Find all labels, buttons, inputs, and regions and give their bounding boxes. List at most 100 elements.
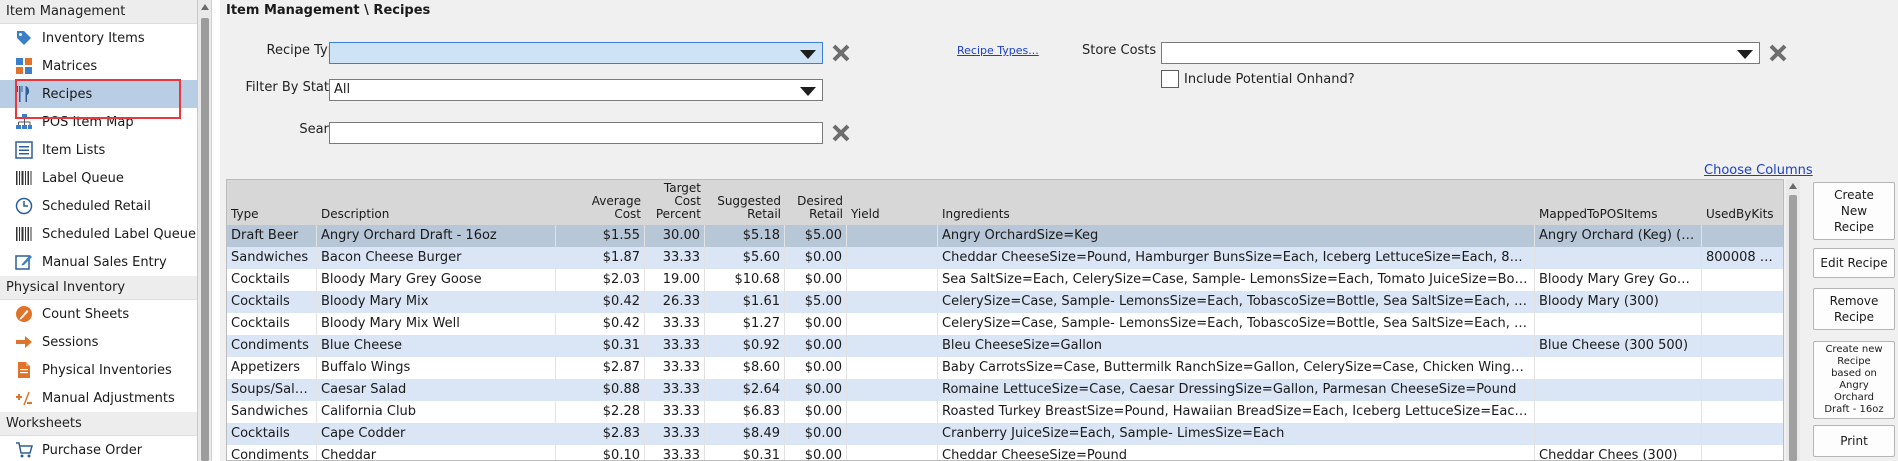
- column-header-description[interactable]: Description: [317, 180, 556, 225]
- scrollbar-thumb[interactable]: [1789, 195, 1797, 461]
- sidebar-item-manual-sales-entry[interactable]: Manual Sales Entry: [0, 248, 197, 276]
- sidebar-item-scheduled-retail[interactable]: Scheduled Retail: [0, 192, 197, 220]
- choose-columns-link[interactable]: Choose Columns: [1704, 163, 1813, 178]
- print-label: Print: [1840, 434, 1868, 448]
- cell-yield: [847, 269, 938, 291]
- cell-mapped: [1535, 379, 1702, 401]
- cell-type: Sandwiches: [227, 401, 317, 423]
- scroll-up-icon[interactable]: [201, 4, 209, 10]
- recipe-type-dropdown[interactable]: [329, 42, 823, 64]
- cell-type: Soups/Sala...: [227, 379, 317, 401]
- cell-kits: [1702, 445, 1783, 460]
- table-row[interactable]: Cocktails Bloody Mary Mix Well $0.42 33.33 $…: [227, 313, 1783, 335]
- column-header-used-by-kits[interactable]: UsedByKits: [1702, 180, 1783, 225]
- cell-kits: [1702, 225, 1783, 247]
- table-row[interactable]: Soups/Sala... Caesar Salad $0.88 33.33 $2.64…: [227, 379, 1783, 401]
- cell-description: Bacon Cheese Burger: [317, 247, 556, 269]
- sidebar-item-manual-adjustments[interactable]: Manual Adjustments: [0, 384, 197, 412]
- sidebar-item-recipes[interactable]: Recipes: [0, 80, 197, 108]
- edit-recipe-button[interactable]: Edit Recipe: [1813, 248, 1895, 278]
- cell-desired: $0.00: [785, 401, 847, 423]
- sidebar-item-pos-item-map[interactable]: POS Item Map: [0, 108, 197, 136]
- table-row[interactable]: Cocktails Cape Codder $2.83 33.33 $8.49 $0.00…: [227, 423, 1783, 445]
- create-new-recipe-button[interactable]: Create New Recipe: [1813, 182, 1895, 240]
- cell-avg-cost: $0.42: [556, 313, 645, 335]
- cell-kits: [1702, 291, 1783, 313]
- cell-desired: $0.00: [785, 423, 847, 445]
- main-content: Item Management \ Recipes Recipe Type Re…: [220, 0, 1898, 461]
- filter-status-dropdown[interactable]: All: [329, 79, 823, 101]
- store-costs-dropdown[interactable]: [1161, 42, 1760, 64]
- column-header-suggested-retail[interactable]: Suggested Retail: [705, 180, 785, 225]
- cell-yield: [847, 423, 938, 445]
- chevron-down-icon[interactable]: [800, 87, 816, 96]
- table-row[interactable]: Condiments Cheddar $0.10 33.33 $0.31 $0.00 Che…: [227, 445, 1783, 460]
- search-input[interactable]: [329, 122, 823, 144]
- sidebar-item-physical-inventories[interactable]: Physical Inventories: [0, 356, 197, 384]
- chevron-down-icon[interactable]: [800, 50, 816, 59]
- cell-desired: $5.00: [785, 225, 847, 247]
- cell-suggested: $8.60: [705, 357, 785, 379]
- cell-target-pct: 33.33: [645, 379, 705, 401]
- column-header-mapped-to-pos-items[interactable]: MappedToPOSItems: [1535, 180, 1702, 225]
- table-row[interactable]: Cocktails Bloody Mary Mix $0.42 26.33 $1.61 $…: [227, 291, 1783, 313]
- column-header-desired-retail[interactable]: Desired Retail: [785, 180, 847, 225]
- sidebar-item-purchase-order[interactable]: Purchase Order: [0, 436, 197, 461]
- cell-target-pct: 19.00: [645, 269, 705, 291]
- sidebar-item-label-queue[interactable]: Label Queue: [0, 164, 197, 192]
- recipes-grid: Type Description Average Cost Target Cos…: [226, 179, 1784, 461]
- cell-mapped: [1535, 313, 1702, 335]
- cart-icon: [14, 440, 34, 460]
- sidebar-item-inventory-items[interactable]: Inventory Items: [0, 24, 197, 52]
- section-header-physical-inventory: Physical Inventory: [0, 276, 197, 300]
- sidebar-item-item-lists[interactable]: Item Lists: [0, 136, 197, 164]
- cell-description: Cheddar: [317, 445, 556, 460]
- filter-status-value: All: [334, 82, 351, 97]
- sidebar-item-count-sheets[interactable]: Count Sheets: [0, 300, 197, 328]
- clear-store-costs-icon[interactable]: [1767, 42, 1789, 64]
- cell-avg-cost: $1.87: [556, 247, 645, 269]
- cell-type: Draft Beer: [227, 225, 317, 247]
- table-row[interactable]: Cocktails Bloody Mary Grey Goose $2.03 19.0…: [227, 269, 1783, 291]
- recipe-types-link[interactable]: Recipe Types...: [957, 44, 1039, 57]
- table-row[interactable]: Condiments Blue Cheese $0.31 33.33 $0.92 $0.0…: [227, 335, 1783, 357]
- cell-suggested: $6.83: [705, 401, 785, 423]
- table-row[interactable]: Sandwiches California Club $2.28 33.33 $6.83…: [227, 401, 1783, 423]
- table-row[interactable]: Sandwiches Bacon Cheese Burger $1.87 33.33 $…: [227, 247, 1783, 269]
- grid-scrollbar[interactable]: [1786, 179, 1800, 461]
- sidebar-item-label: Scheduled Label Queue: [42, 226, 197, 242]
- sidebar-scrollbar[interactable]: [198, 0, 212, 461]
- column-header-yield[interactable]: Yield: [847, 180, 938, 225]
- tag-icon: [14, 28, 34, 48]
- scroll-up-icon[interactable]: [1789, 183, 1797, 189]
- scrollbar-thumb[interactable]: [201, 18, 209, 461]
- remove-recipe-button[interactable]: Remove Recipe: [1813, 288, 1895, 330]
- sidebar-item-scheduled-label-queue[interactable]: Scheduled Label Queue: [0, 220, 197, 248]
- sidebar-item-label: Purchase Order: [42, 442, 143, 458]
- cell-ingredients: Cheddar CheeseSize=Pound: [938, 445, 1535, 460]
- column-header-average-cost[interactable]: Average Cost: [556, 180, 645, 225]
- clear-search-icon[interactable]: [830, 122, 852, 144]
- cell-suggested: $0.92: [705, 335, 785, 357]
- section-header-worksheets: Worksheets: [0, 412, 197, 436]
- sidebar-item-sessions[interactable]: Sessions: [0, 328, 197, 356]
- cell-kits: [1702, 401, 1783, 423]
- column-header-target-cost-percent[interactable]: Target Cost Percent: [645, 180, 705, 225]
- clear-recipe-type-icon[interactable]: [830, 42, 852, 64]
- column-header-type[interactable]: Type: [227, 180, 317, 225]
- sidebar-item-label: Item Lists: [42, 142, 106, 158]
- chevron-down-icon[interactable]: [1737, 50, 1753, 59]
- cell-ingredients: Romaine LettuceSize=Case, Caesar Dressin…: [938, 379, 1535, 401]
- table-row[interactable]: Draft Beer Angry Orchard Draft - 16oz $1.5…: [227, 225, 1783, 247]
- cell-mapped: Bloody Mary (300): [1535, 291, 1702, 313]
- cell-type: Condiments: [227, 335, 317, 357]
- include-onhand-checkbox[interactable]: [1161, 70, 1179, 88]
- create-based-on-recipe-button[interactable]: Create new Recipe based on Angry Orchard…: [1813, 341, 1895, 419]
- cell-type: Appetizers: [227, 357, 317, 379]
- column-header-ingredients[interactable]: Ingredients: [938, 180, 1535, 225]
- table-row[interactable]: Appetizers Buffalo Wings $2.87 33.33 $8.60 $0…: [227, 357, 1783, 379]
- cell-mapped: [1535, 357, 1702, 379]
- sidebar-item-matrices[interactable]: Matrices: [0, 52, 197, 80]
- print-button[interactable]: Print: [1813, 425, 1895, 457]
- cell-suggested: $0.31: [705, 445, 785, 460]
